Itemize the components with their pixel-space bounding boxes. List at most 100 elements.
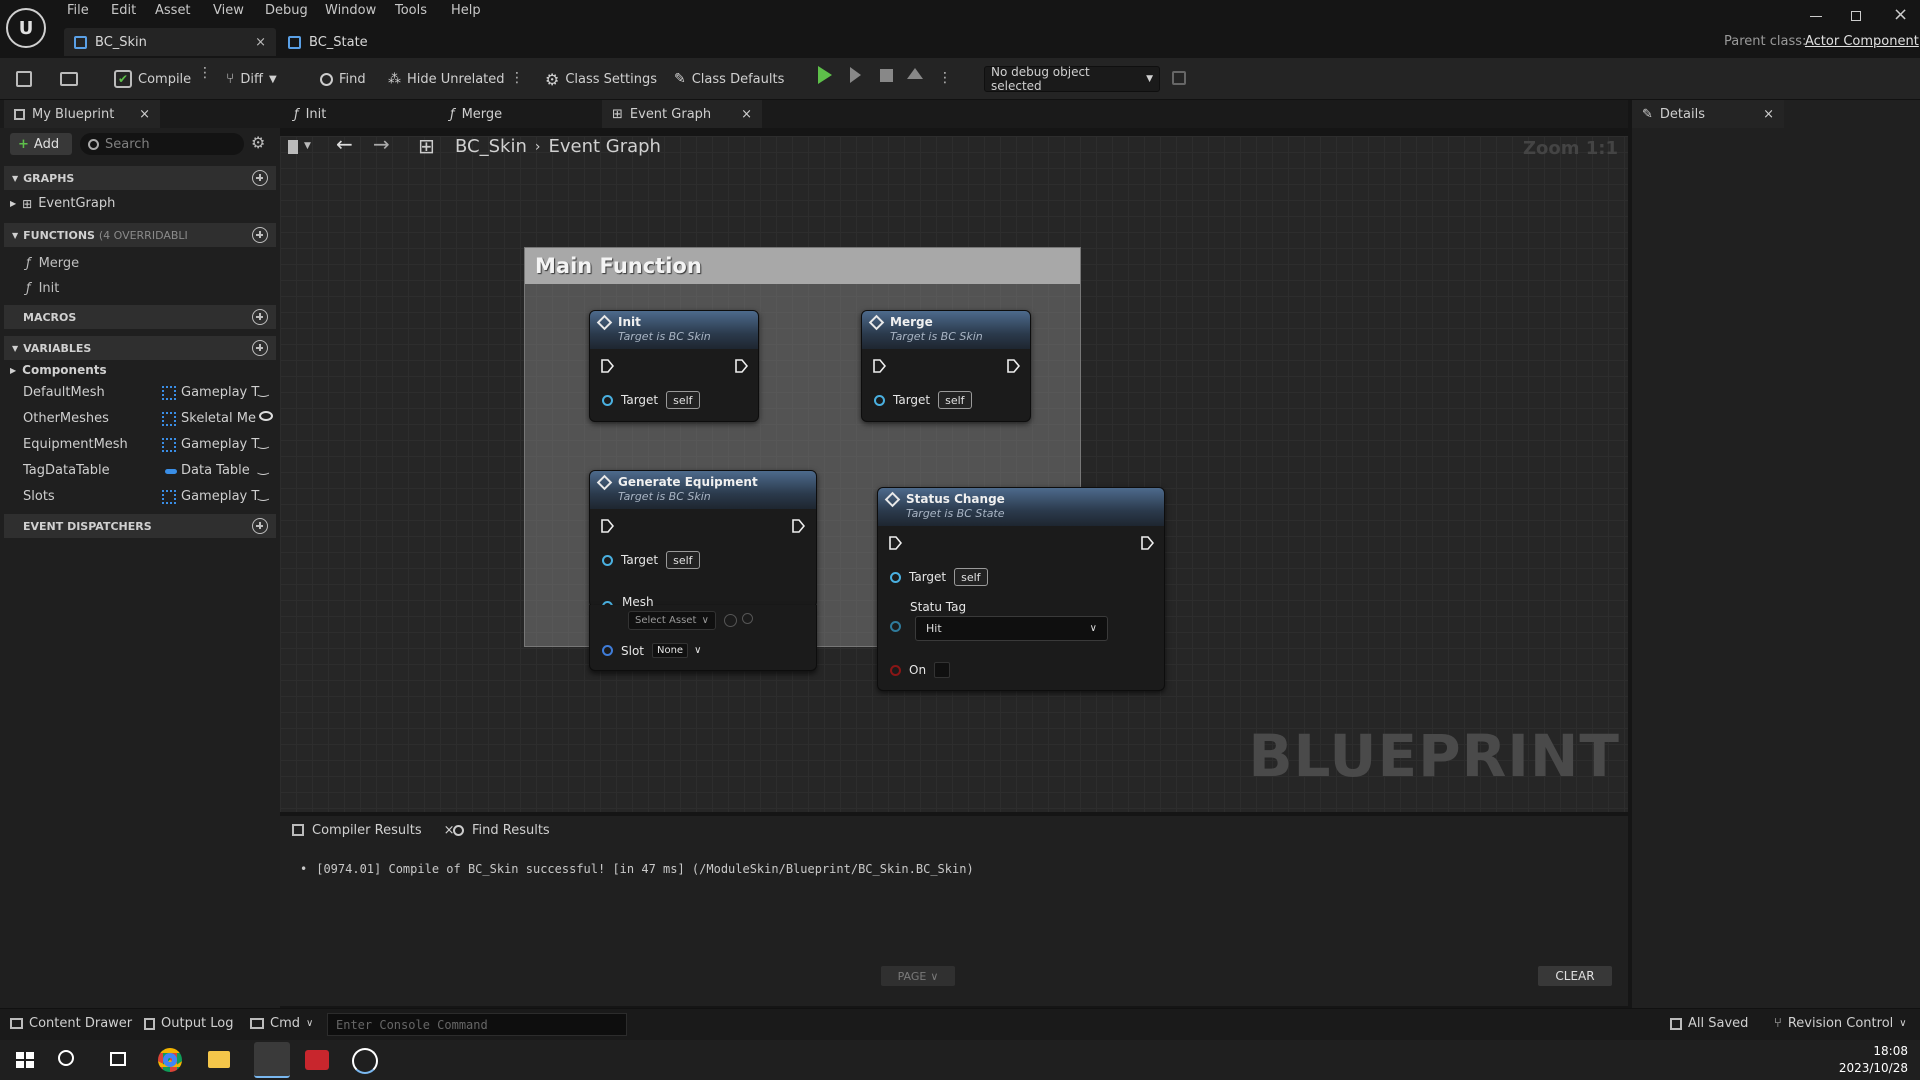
browse-button[interactable] xyxy=(60,66,78,92)
add-function-icon[interactable] xyxy=(252,227,268,243)
menu-edit[interactable]: Edit xyxy=(111,2,136,19)
menu-tools[interactable]: Tools xyxy=(395,2,427,19)
unreal-editor-icon[interactable] xyxy=(254,1042,290,1078)
close-icon[interactable]: × xyxy=(255,35,266,50)
section-functions[interactable]: ▼ FUNCTIONS (4 OVERRIDABLI xyxy=(4,223,276,247)
class-settings-button[interactable]: ⚙ Class Settings xyxy=(545,66,657,92)
compile-options-icon[interactable]: ⋮ xyxy=(198,66,212,88)
browse-asset-icon[interactable] xyxy=(742,613,753,624)
tab-init[interactable]: ƒ Init xyxy=(284,100,440,128)
settings-gear-icon[interactable]: ⚙ xyxy=(251,133,265,152)
struct-pin-icon[interactable] xyxy=(890,621,901,632)
on-checkbox[interactable] xyxy=(934,662,951,678)
doc-tab-bc-skin[interactable]: BC_Skin × xyxy=(64,28,276,56)
diff-button[interactable]: ⑂ Diff ▼ xyxy=(226,66,277,92)
windows-start-icon[interactable] xyxy=(10,1046,38,1074)
taskbar-search-icon[interactable] xyxy=(58,1050,74,1066)
tab-merge[interactable]: ƒ Merge xyxy=(440,100,600,128)
tab-event-graph[interactable]: ⊞ Event Graph × xyxy=(602,100,762,128)
add-variable-icon[interactable] xyxy=(252,340,268,356)
slot-pin[interactable]: Slot None ∨ xyxy=(602,643,701,658)
task-view-icon[interactable] xyxy=(110,1052,126,1066)
doc-tab-bc-state[interactable]: BC_State xyxy=(278,28,478,56)
node-header[interactable]: Status Change Target is BC State xyxy=(878,488,1164,526)
menu-asset[interactable]: Asset xyxy=(155,2,191,19)
taskbar-clock[interactable]: 18:08 2023/10/28 xyxy=(1839,1043,1908,1077)
breadcrumb-root[interactable]: BC_Skin xyxy=(455,136,527,157)
add-macro-icon[interactable] xyxy=(252,309,268,325)
eye-closed-icon[interactable]: ‿ xyxy=(258,461,268,476)
exec-out-pin-icon[interactable] xyxy=(1140,536,1154,550)
close-window-icon[interactable]: × xyxy=(1893,4,1908,25)
node-status-change[interactable]: Status Change Target is BC State Target … xyxy=(877,487,1165,691)
file-explorer-icon[interactable] xyxy=(208,1051,230,1068)
cmd-select[interactable]: Cmd ∨ xyxy=(250,1016,313,1031)
section-variables[interactable]: ▼ VARIABLES xyxy=(4,336,276,360)
exec-out-pin-icon[interactable] xyxy=(791,519,805,533)
exec-out-pin-icon[interactable] xyxy=(734,359,748,373)
section-event-dispatchers[interactable]: EVENT DISPATCHERS xyxy=(4,514,276,538)
close-icon[interactable]: × xyxy=(741,107,752,122)
class-defaults-button[interactable]: ✎ Class Defaults xyxy=(674,66,784,92)
variable-type[interactable]: Skeletal Me xyxy=(181,411,256,426)
variable-type[interactable]: Gameplay T xyxy=(181,437,259,452)
exec-in-pin-icon[interactable] xyxy=(888,536,902,550)
add-button[interactable]: + Add xyxy=(10,133,72,155)
compile-button[interactable]: ✔ Compile xyxy=(114,66,191,92)
use-selected-icon[interactable] xyxy=(724,614,737,627)
eject-icon[interactable] xyxy=(907,68,923,79)
statu-tag-select[interactable]: Hit ∨ xyxy=(915,616,1108,641)
function-item-init[interactable]: ƒ Init xyxy=(26,281,59,296)
self-value[interactable]: self xyxy=(938,391,972,409)
unreal-logo-icon[interactable]: U xyxy=(6,8,46,48)
target-pin[interactable]: Target self xyxy=(602,551,700,569)
content-drawer-button[interactable]: Content Drawer xyxy=(10,1016,132,1031)
tab-details[interactable]: ✎ Details × xyxy=(1632,100,1784,128)
variable-row[interactable]: Slots Gameplay T ‿ xyxy=(4,485,276,511)
eye-open-icon[interactable] xyxy=(259,411,273,421)
bookmark-icon[interactable] xyxy=(288,140,298,154)
self-value[interactable]: self xyxy=(666,551,700,569)
tab-my-blueprint[interactable]: My Blueprint × xyxy=(4,100,160,128)
category-components[interactable]: ▶ Components xyxy=(10,363,107,377)
node-header[interactable]: Merge Target is BC Skin xyxy=(862,311,1030,349)
play-options-icon[interactable]: ⋮ xyxy=(938,70,952,86)
node-header[interactable]: Init Target is BC Skin xyxy=(590,311,758,349)
variable-type[interactable]: Gameplay T xyxy=(181,489,259,504)
variable-row[interactable]: DefaultMesh Gameplay T ‿ xyxy=(4,381,276,407)
minimize-icon[interactable] xyxy=(1810,16,1822,17)
self-value[interactable]: self xyxy=(954,568,988,586)
node-init[interactable]: Init Target is BC Skin Target self xyxy=(589,310,759,422)
graph-item-eventgraph[interactable]: ▶ ⊞ EventGraph xyxy=(10,196,115,211)
on-pin[interactable]: On xyxy=(890,662,951,678)
close-icon[interactable]: × xyxy=(139,107,150,122)
eye-closed-icon[interactable]: ‿ xyxy=(258,487,268,502)
search-input[interactable]: Search xyxy=(80,133,244,155)
eye-closed-icon[interactable]: ‿ xyxy=(258,383,268,398)
menu-file[interactable]: File xyxy=(67,2,89,19)
self-value[interactable]: self xyxy=(666,391,700,409)
exec-out-pin-icon[interactable] xyxy=(1006,359,1020,373)
target-pin[interactable]: Target self xyxy=(874,391,972,409)
hide-unrelated-button[interactable]: ⁂ Hide Unrelated xyxy=(388,66,505,92)
section-macros[interactable]: MACROS xyxy=(4,305,276,329)
revision-control-button[interactable]: ⑂ Revision Control ∨ xyxy=(1774,1016,1907,1031)
wps-icon[interactable] xyxy=(305,1050,329,1070)
close-icon[interactable]: × xyxy=(1763,107,1774,122)
chevron-down-icon[interactable]: ▼ xyxy=(304,141,311,151)
menu-window[interactable]: Window xyxy=(325,2,376,19)
variable-type[interactable]: Gameplay T xyxy=(181,385,259,400)
play-icon[interactable] xyxy=(818,66,832,84)
exec-in-pin-icon[interactable] xyxy=(600,519,614,533)
step-icon[interactable] xyxy=(850,67,861,83)
comment-header[interactable]: Main Function xyxy=(525,248,1080,284)
restore-icon[interactable] xyxy=(1851,11,1861,21)
clear-button[interactable]: CLEAR xyxy=(1538,966,1612,986)
tab-find-results[interactable]: Find Results xyxy=(445,816,558,844)
stop-icon[interactable] xyxy=(880,69,893,82)
slot-select[interactable]: None ∨ xyxy=(652,643,701,658)
target-pin[interactable]: Target self xyxy=(602,391,700,409)
node-generate-equipment-lower[interactable]: Mesh Select Asset ∨ Slot None ∨ xyxy=(589,595,817,671)
page-button[interactable]: PAGE ∨ xyxy=(881,966,955,986)
exec-in-pin-icon[interactable] xyxy=(600,359,614,373)
